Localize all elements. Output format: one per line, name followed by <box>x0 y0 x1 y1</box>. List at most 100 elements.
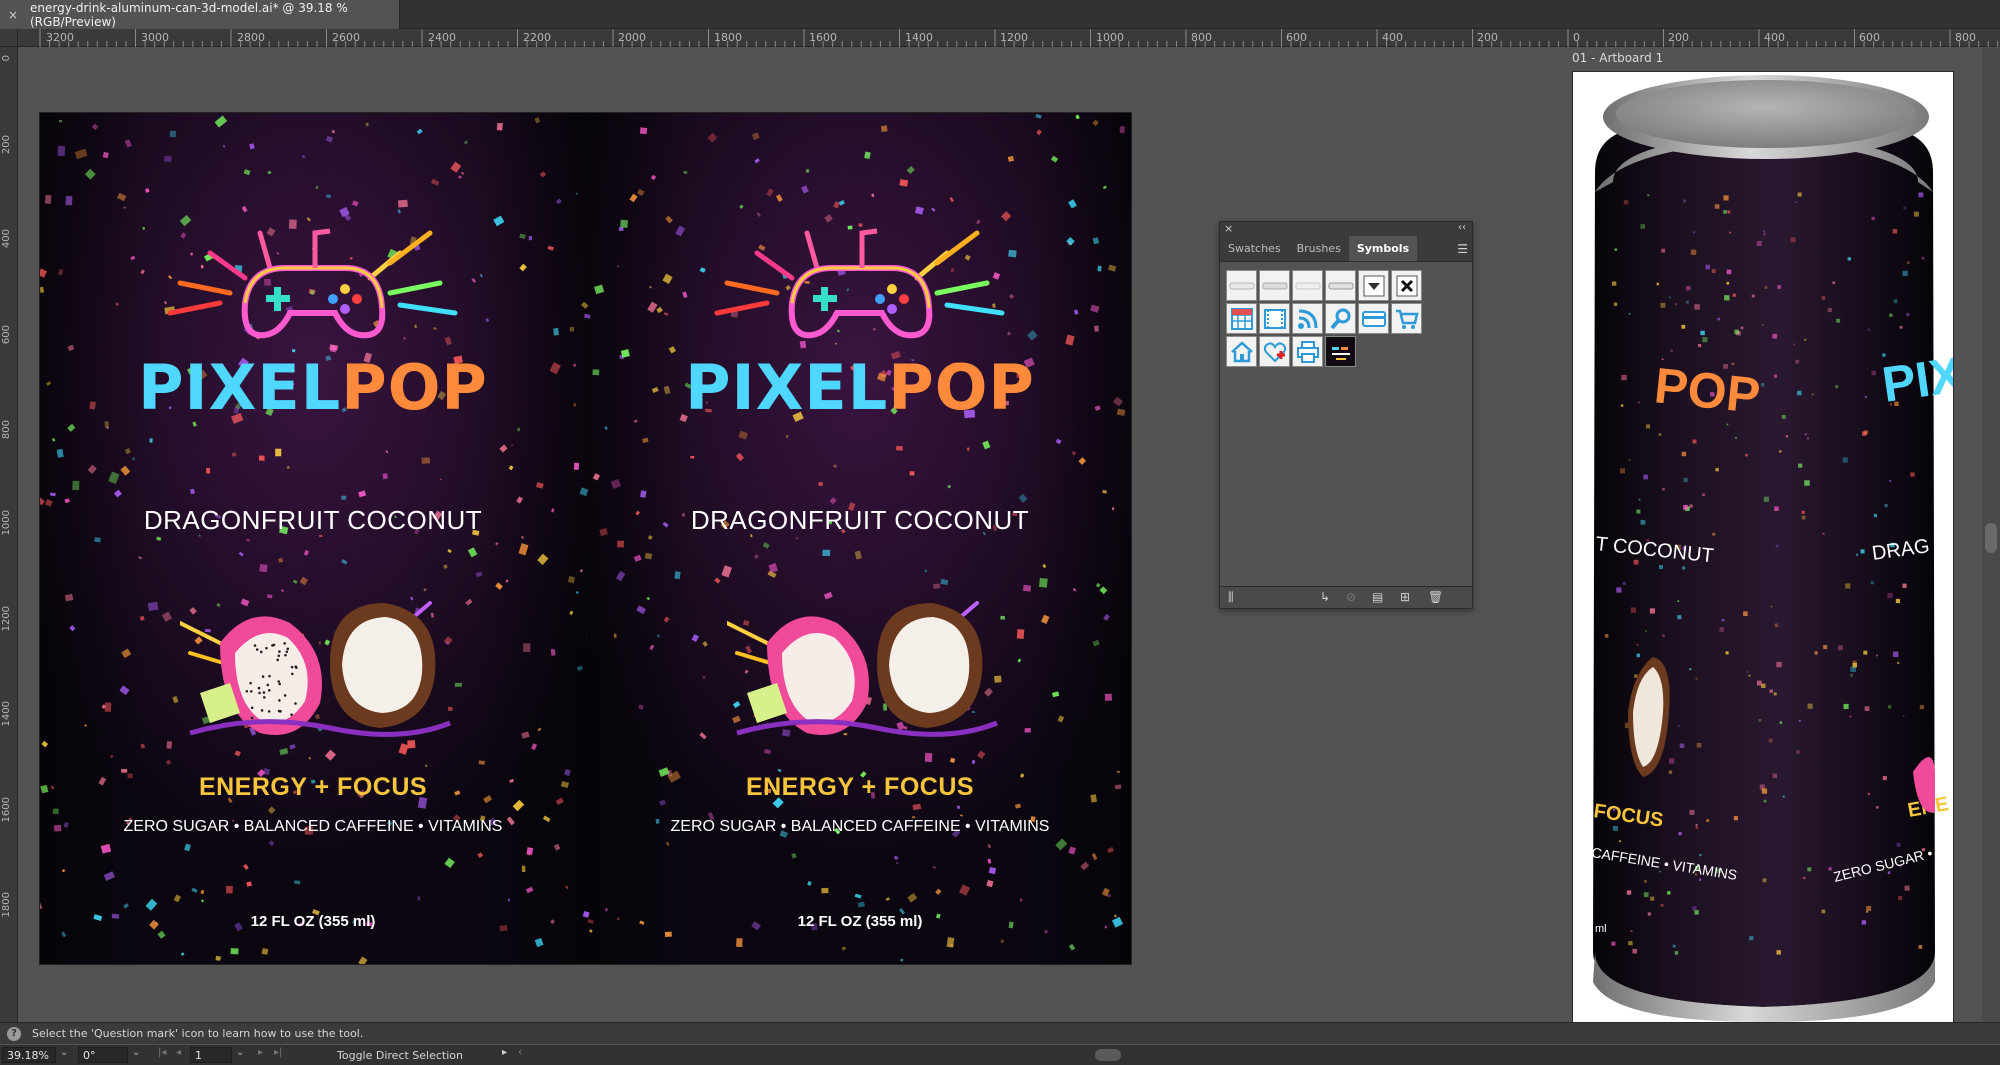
dragonfruit-coconut-illustration-icon <box>180 601 451 737</box>
ruler-label: 600 <box>1859 31 1880 44</box>
question-mark-icon[interactable]: ? <box>7 1026 21 1041</box>
brand-pop: POP <box>888 351 1035 424</box>
symbol-options-icon[interactable]: ▤ <box>1372 590 1383 604</box>
place-symbol-icon[interactable]: ↳ <box>1320 590 1330 604</box>
heart-plus-symbol[interactable] <box>1259 336 1290 367</box>
flavor-text: DRAGONFRUIT COCONUT <box>143 505 483 535</box>
panel-menu-icon[interactable]: ☰ <box>1457 242 1468 256</box>
film-strip-symbol[interactable] <box>1259 303 1290 334</box>
document-tab-title: energy-drink-aluminum-can-3d-model.ai* @… <box>30 0 348 29</box>
ruler-label: 1200 <box>1000 31 1028 44</box>
panel-tabs: Swatches Brushes Symbols ☰ <box>1220 236 1472 262</box>
artboard-number-field[interactable]: 1 <box>190 1047 232 1063</box>
scrollbar-thumb[interactable] <box>1985 523 1997 553</box>
ruler-label: 800 <box>1191 31 1212 44</box>
scroll-left-icon[interactable]: ‹ <box>518 1047 522 1058</box>
ruler-label: 400 <box>1382 31 1403 44</box>
close-x-symbol[interactable] <box>1391 270 1422 301</box>
ruler-label: 800 <box>1 420 12 440</box>
previous-artboard-icon[interactable]: ◂ <box>176 1047 181 1058</box>
break-link-icon[interactable]: ⊘ <box>1346 590 1356 604</box>
ruler-label: 600 <box>1286 31 1307 44</box>
credit-card-symbol[interactable] <box>1358 303 1389 334</box>
rotation-field[interactable]: 0° <box>78 1047 128 1063</box>
dropdown-arrow-symbol[interactable] <box>1358 270 1389 301</box>
ruler-label: 0 <box>1573 31 1580 44</box>
panel-titlebar[interactable]: × ‹‹ <box>1220 222 1472 236</box>
ruler-label: 800 <box>1955 31 1976 44</box>
tool-hint[interactable]: Toggle Direct Selection <box>337 1049 463 1062</box>
ruler-label: 2600 <box>332 31 360 44</box>
ruler-label: 2400 <box>428 31 456 44</box>
horizontal-ruler[interactable]: 3200 3000 2800 2600 2400 2200 2000 1800 … <box>18 29 2000 47</box>
document-tab-bar: × energy-drink-aluminum-can-3d-model.ai*… <box>0 0 2000 29</box>
button-1-symbol[interactable] <box>1226 270 1257 301</box>
help-status-bar: ? Select the 'Question mark' icon to lea… <box>0 1022 2000 1044</box>
button-2-symbol[interactable] <box>1259 270 1290 301</box>
zoom-field[interactable]: 39.18% <box>2 1047 56 1063</box>
can-3d-preview: POP PIX T COCONUT DRAG FOCUS ENE CAFFEIN… <box>1591 75 1953 1022</box>
chevron-down-icon[interactable]: ⌄ <box>236 1047 244 1058</box>
ruler-label: 3000 <box>141 31 169 44</box>
claims-text: ZERO SUGAR • BALANCED CAFFEINE • VITAMIN… <box>123 818 503 835</box>
last-artboard-icon[interactable]: ▸| <box>274 1047 282 1058</box>
horizontal-scrollbar-thumb[interactable] <box>1095 1049 1121 1061</box>
ruler-label: 0 <box>1 55 12 62</box>
vertical-scrollbar[interactable] <box>1982 48 2000 1022</box>
vertical-ruler[interactable]: 0 200 400 600 800 1000 1200 1400 1600 18… <box>0 29 18 1025</box>
pixelpop-thumbnail-symbol[interactable] <box>1325 336 1356 367</box>
printer-symbol[interactable] <box>1292 336 1323 367</box>
help-text: Select the 'Question mark' icon to learn… <box>32 1027 364 1040</box>
label-panel-2: PIXELPOP DRAGONFRUIT COCONUT ENERGY + FO… <box>587 113 1131 964</box>
gamepad-logo-icon <box>714 228 1005 339</box>
brand-pop: POP <box>341 351 488 424</box>
ruler-label: 400 <box>1764 31 1785 44</box>
ruler-origin[interactable] <box>0 29 18 47</box>
grid-table-symbol[interactable] <box>1226 303 1257 334</box>
volume-text: 12 FL OZ (355 ml) <box>250 913 376 930</box>
magnifier-symbol[interactable] <box>1325 303 1356 334</box>
document-tab[interactable]: × energy-drink-aluminum-can-3d-model.ai*… <box>0 0 400 29</box>
ruler-label: 1000 <box>1096 31 1124 44</box>
chevron-down-icon[interactable]: ⌄ <box>132 1047 140 1058</box>
tab-brushes[interactable]: Brushes <box>1289 236 1349 261</box>
first-artboard-icon[interactable]: |◂ <box>158 1047 166 1058</box>
ruler-label: 1600 <box>809 31 837 44</box>
close-icon[interactable]: × <box>8 8 18 22</box>
chevron-down-icon[interactable]: ⌄ <box>60 1047 68 1058</box>
tagline-text: ENERGY + FOCUS <box>198 773 428 801</box>
flavor-text: DRAGONFRUIT COCONUT <box>690 505 1030 535</box>
artboard-1[interactable]: POP PIX T COCONUT DRAG FOCUS ENE CAFFEIN… <box>1572 71 1954 1023</box>
ruler-label: 600 <box>1 325 12 345</box>
ruler-label: 200 <box>1 135 12 155</box>
can-brand-fragment-1: POP <box>1652 357 1763 424</box>
new-symbol-icon[interactable]: ⊞ <box>1400 590 1410 604</box>
ruler-label: 3200 <box>46 31 74 44</box>
tagline-text: ENERGY + FOCUS <box>745 773 975 801</box>
ruler-label: 2200 <box>523 31 551 44</box>
symbols-panel: × ‹‹ Swatches Brushes Symbols ☰ ⫼ ↳ ⊘ ▤ … <box>1219 221 1473 609</box>
rss-feed-symbol[interactable] <box>1292 303 1323 334</box>
illustrator-window: × energy-drink-aluminum-can-3d-model.ai*… <box>0 0 2000 1065</box>
ruler-label: 200 <box>1668 31 1689 44</box>
collapse-panel-icon[interactable]: ‹‹ <box>1458 222 1466 233</box>
ruler-label: 1200 <box>1 606 12 632</box>
brand-wordmark: PIXELPOP <box>587 351 1131 424</box>
symbol-libraries-icon[interactable]: ⫼ <box>1228 590 1234 605</box>
home-symbol[interactable] <box>1226 336 1257 367</box>
shopping-cart-symbol[interactable] <box>1391 303 1422 334</box>
delete-symbol-icon[interactable]: 🗑 <box>1428 590 1443 604</box>
tab-symbols[interactable]: Symbols <box>1348 236 1418 261</box>
brand-pixel: PIXEL <box>685 351 889 424</box>
artboard-label[interactable]: 01 - Artboard 1 <box>1572 51 1663 65</box>
close-panel-icon[interactable]: × <box>1224 222 1233 235</box>
status-menu-arrow-icon[interactable]: ▸ <box>502 1047 507 1058</box>
button-4-symbol[interactable] <box>1325 270 1356 301</box>
ruler-label: 1600 <box>1 797 12 823</box>
button-3-symbol[interactable] <box>1292 270 1323 301</box>
next-artboard-icon[interactable]: ▸ <box>258 1047 263 1058</box>
label-artwork[interactable]: PIXELPOP DRAGONFRUIT COCONUT ENERGY + FO… <box>39 112 1132 965</box>
ruler-label: 400 <box>1 229 12 249</box>
tab-swatches[interactable]: Swatches <box>1220 236 1289 261</box>
ruler-label: 2800 <box>237 31 265 44</box>
